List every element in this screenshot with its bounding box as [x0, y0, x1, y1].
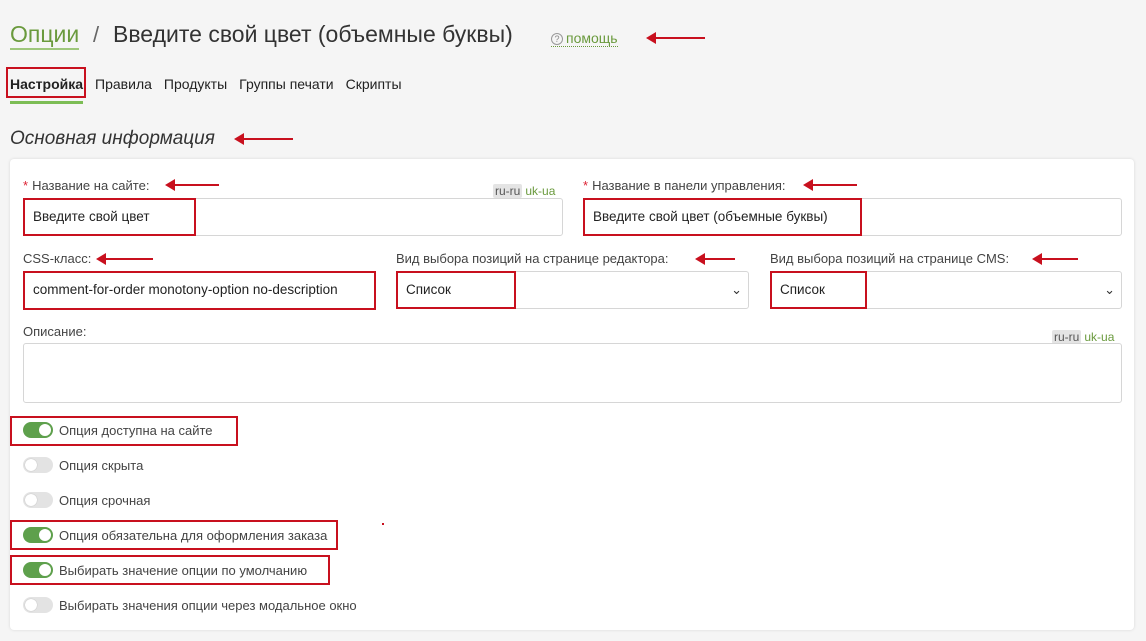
annotation-box — [23, 271, 376, 310]
annotation-box — [396, 271, 516, 309]
annotation-box — [10, 555, 330, 585]
editor-select-label: Вид выбора позиций на странице редактора… — [396, 251, 669, 266]
site-name-label: * Название на сайте: — [23, 178, 150, 193]
annotation-box — [10, 416, 238, 446]
lang-ru[interactable]: ru-ru — [493, 184, 523, 198]
lang-switch[interactable]: ru-ru uk-ua — [1052, 330, 1114, 344]
annotation-arrow — [96, 253, 153, 265]
toggle-switch[interactable] — [23, 457, 53, 473]
lang-switch[interactable]: ru-ru uk-ua — [493, 184, 555, 198]
description-textarea[interactable] — [23, 343, 1122, 403]
annotation-dot — [382, 523, 384, 525]
annotation-arrow — [646, 32, 705, 44]
css-class-label: CSS-класс: — [23, 251, 92, 266]
toggle-label: Выбирать значения опции через модальное … — [59, 597, 357, 613]
tab-scripts[interactable]: Скрипты — [346, 76, 402, 104]
toggle-label: Опция срочная — [59, 492, 151, 508]
toggle-urgent[interactable]: Опция срочная — [23, 492, 150, 508]
annotation-arrow — [165, 179, 219, 191]
description-label: Описание: — [23, 324, 87, 339]
annotation-box — [6, 67, 86, 98]
help-label: помощь — [566, 30, 618, 46]
page-title: Введите свой цвет (объемные буквы) — [113, 21, 513, 47]
annotation-box — [770, 271, 867, 309]
section-title: Основная информация — [10, 128, 215, 149]
cms-select-label: Вид выбора позиций на странице CMS: — [770, 251, 1010, 266]
question-icon: ? — [551, 33, 563, 45]
annotation-arrow — [234, 133, 293, 145]
toggle-modal-select[interactable]: Выбирать значения опции через модальное … — [23, 597, 357, 613]
annotation-box — [583, 198, 862, 236]
lang-uk[interactable]: uk-ua — [1084, 330, 1114, 344]
chevron-down-icon: ⌄ — [731, 282, 742, 297]
annotation-box — [10, 520, 338, 550]
annotation-arrow — [695, 253, 735, 265]
help-link[interactable]: ? помощь — [551, 30, 618, 47]
lang-ru[interactable]: ru-ru — [1052, 330, 1082, 344]
toggle-label: Опция скрыта — [59, 457, 144, 473]
admin-name-label: * Название в панели управления: — [583, 178, 786, 193]
tab-print-groups[interactable]: Группы печати — [239, 76, 333, 104]
breadcrumb-separator: / — [93, 22, 100, 47]
annotation-box — [23, 198, 196, 236]
chevron-down-icon: ⌄ — [1104, 282, 1115, 297]
breadcrumb-link[interactable]: Опции — [10, 20, 80, 50]
annotation-arrow — [803, 179, 857, 191]
annotation-arrow — [1032, 253, 1078, 265]
lang-uk[interactable]: uk-ua — [525, 184, 555, 198]
toggle-switch[interactable] — [23, 492, 53, 508]
tab-products[interactable]: Продукты — [164, 76, 227, 104]
tab-rules[interactable]: Правила — [95, 76, 152, 104]
toggle-hidden[interactable]: Опция скрыта — [23, 457, 143, 473]
toggle-switch[interactable] — [23, 597, 53, 613]
